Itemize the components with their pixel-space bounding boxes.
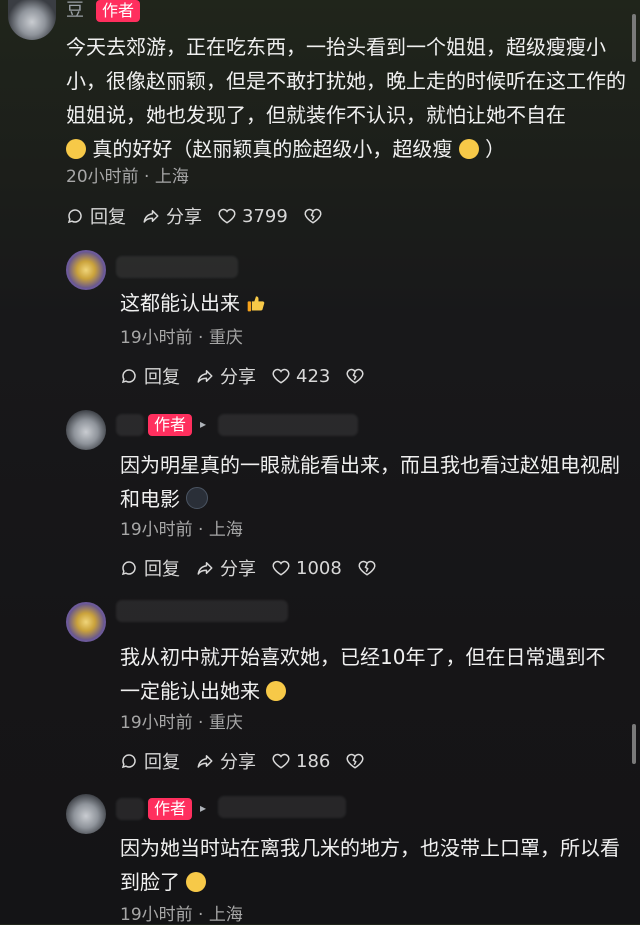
heart-icon (218, 207, 236, 225)
share-button[interactable]: 分享 (196, 555, 256, 581)
reply-label: 回复 (144, 752, 180, 773)
dislike-button[interactable] (304, 207, 322, 225)
broken-heart-icon (346, 752, 364, 770)
author-avatar[interactable] (66, 410, 106, 450)
reply-to-name-blurred[interactable] (218, 414, 358, 436)
laughing-emoji-icon (266, 681, 287, 701)
like-count: 1008 (296, 557, 342, 579)
share-button[interactable]: 分享 (196, 748, 256, 774)
commenter-avatar[interactable] (66, 250, 106, 290)
like-button[interactable]: 186 (272, 751, 330, 772)
commenter-name-blurred[interactable] (116, 256, 238, 278)
author-avatar[interactable] (66, 794, 106, 834)
share-button[interactable]: 分享 (196, 363, 256, 389)
commenter-name[interactable]: 豆 (66, 0, 84, 22)
comment-text-main: 今天去郊游，正在吃东西，一抬头看到一个姐姐，超级瘦瘦小小，很像赵丽颖，但是不敢打… (66, 35, 626, 127)
comment-actions: 回复 分享 186 (120, 748, 364, 774)
reply-button[interactable]: 回复 (120, 748, 180, 774)
heart-icon (272, 559, 290, 577)
thumbs-up-emoji-icon (246, 289, 266, 312)
commenter-avatar[interactable] (66, 602, 106, 642)
reply-button[interactable]: 回复 (120, 363, 180, 389)
comment-meta: 19小时前 · 重庆 (120, 713, 243, 733)
heart-icon (272, 752, 290, 770)
comment-actions: 回复 分享 1008 (120, 555, 376, 581)
dislike-button[interactable] (346, 752, 364, 770)
author-avatar[interactable] (8, 0, 56, 40)
like-button[interactable]: 3799 (218, 206, 288, 227)
broken-heart-icon (304, 207, 322, 225)
comment-text-cont: 真的好好（赵丽颖真的脸超级小，超级瘦 (92, 137, 453, 161)
like-button[interactable]: 1008 (272, 558, 342, 579)
comment-meta: 19小时前 · 上海 (120, 905, 243, 925)
comment-meta: 20小时前 · 上海 (66, 167, 189, 187)
dark-emoji-icon (186, 487, 209, 509)
dislike-button[interactable] (358, 559, 376, 577)
reply-label: 回复 (144, 367, 180, 388)
commenter-name-blurred[interactable] (116, 600, 288, 622)
comment-text: 我从初中就开始喜欢她，已经10年了，但在日常遇到不一定能认出她来 (120, 640, 620, 708)
reply-icon (120, 559, 138, 577)
scrollbar-thumb[interactable] (632, 724, 636, 764)
comment-text-end: ） (485, 137, 506, 161)
comment-meta: 19小时前 · 重庆 (120, 328, 243, 348)
like-count: 3799 (242, 205, 288, 227)
crying-emoji-icon (458, 139, 479, 159)
reply-button[interactable]: 回复 (120, 555, 180, 581)
like-count: 186 (296, 750, 331, 772)
comment-text: 因为她当时站在离我几米的地方，也没带上口罩，所以看到脸了 (120, 831, 620, 899)
author-tag: 作者 (148, 414, 193, 436)
like-count: 423 (296, 365, 331, 387)
heart-icon (272, 367, 290, 385)
commenter-name-blurred[interactable] (116, 414, 144, 436)
share-icon (142, 207, 160, 225)
comment-text: 因为明星真的一眼就能看出来，而且我也看过赵姐电视剧和电影 (120, 448, 620, 516)
reply-to-name-blurred[interactable] (218, 796, 346, 818)
smile-emoji-icon (186, 872, 207, 892)
comment-text: 这都能认出来 (120, 286, 620, 320)
author-tag: 作者 (148, 798, 193, 820)
reply-button[interactable]: 回复 (66, 203, 126, 229)
share-label: 分享 (220, 559, 256, 580)
share-button[interactable]: 分享 (142, 203, 202, 229)
reply-icon (66, 207, 84, 225)
smile-emoji-icon (66, 139, 86, 159)
reply-label: 回复 (144, 559, 180, 580)
broken-heart-icon (346, 367, 364, 385)
share-label: 分享 (166, 207, 202, 228)
commenter-name-blurred[interactable] (116, 798, 144, 820)
share-label: 分享 (220, 752, 256, 773)
scrollbar-thumb[interactable] (632, 14, 636, 62)
dislike-button[interactable] (346, 367, 364, 385)
share-label: 分享 (220, 367, 256, 388)
reply-to-caret-icon: ▸ (200, 801, 207, 815)
comment-text-main: 这都能认出来 (120, 291, 240, 315)
reply-icon (120, 752, 138, 770)
author-tag: 作者 (96, 0, 141, 22)
like-button[interactable]: 423 (272, 366, 330, 387)
comment-meta: 19小时前 · 上海 (120, 520, 243, 540)
share-icon (196, 367, 214, 385)
comment-text: 今天去郊游，正在吃东西，一抬头看到一个姐姐，超级瘦瘦小小，很像赵丽颖，但是不敢打… (66, 30, 626, 166)
share-icon (196, 752, 214, 770)
reply-label: 回复 (90, 207, 126, 228)
comment-actions: 回复 分享 3799 (66, 203, 322, 229)
broken-heart-icon (358, 559, 376, 577)
share-icon (196, 559, 214, 577)
reply-to-caret-icon: ▸ (200, 417, 207, 431)
comment-actions: 回复 分享 423 (120, 363, 364, 389)
comment-text-main: 我从初中就开始喜欢她，已经10年了，但在日常遇到不一定能认出她来 (120, 645, 606, 703)
reply-icon (120, 367, 138, 385)
